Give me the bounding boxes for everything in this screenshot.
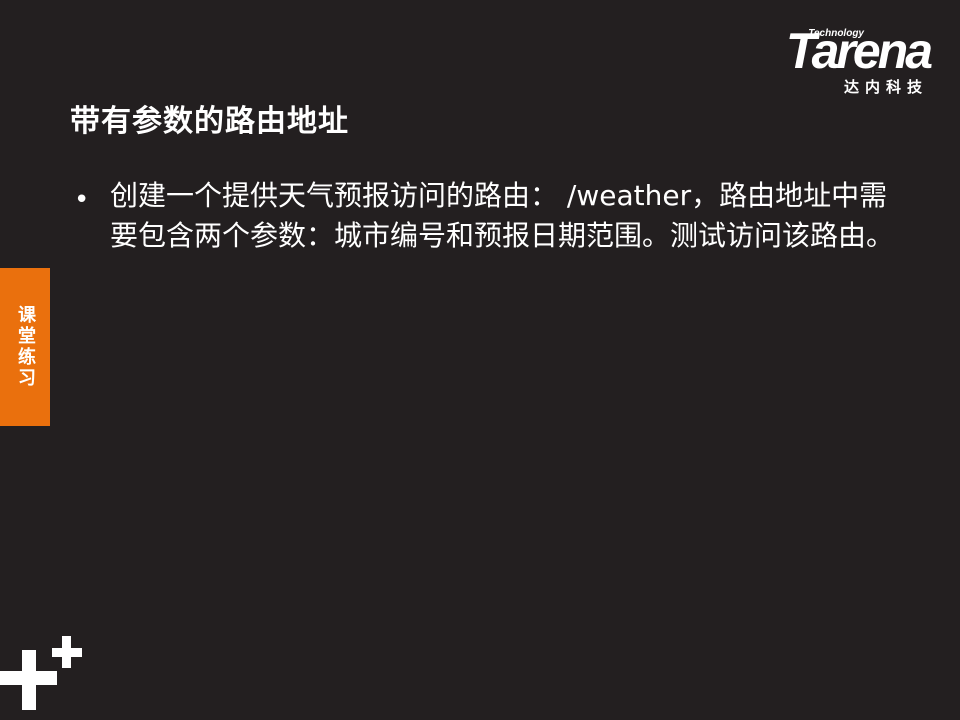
tarena-logo: Technology Tarena 达内科技 (730, 23, 933, 96)
logo-chinese-text: 达内科技 (843, 78, 928, 96)
side-tag: 课堂练习 (0, 268, 50, 426)
plus-icon (0, 636, 82, 710)
slide-title: 带有参数的路由地址 (70, 104, 349, 139)
bullet-dot-icon: • (74, 185, 90, 215)
slide: Technology Tarena 达内科技 带有参数的路由地址 • 创建一个提… (0, 0, 960, 720)
bullet-text: 创建一个提供天气预报访问的路由： /weather，路由地址中需要包含两个参数：… (110, 179, 895, 252)
logo-wordmark: Tarena (785, 23, 933, 79)
bullet-item: • 创建一个提供天气预报访问的路由： /weather，路由地址中需要包含两个参… (70, 176, 900, 256)
side-tag-label: 课堂练习 (15, 305, 36, 389)
